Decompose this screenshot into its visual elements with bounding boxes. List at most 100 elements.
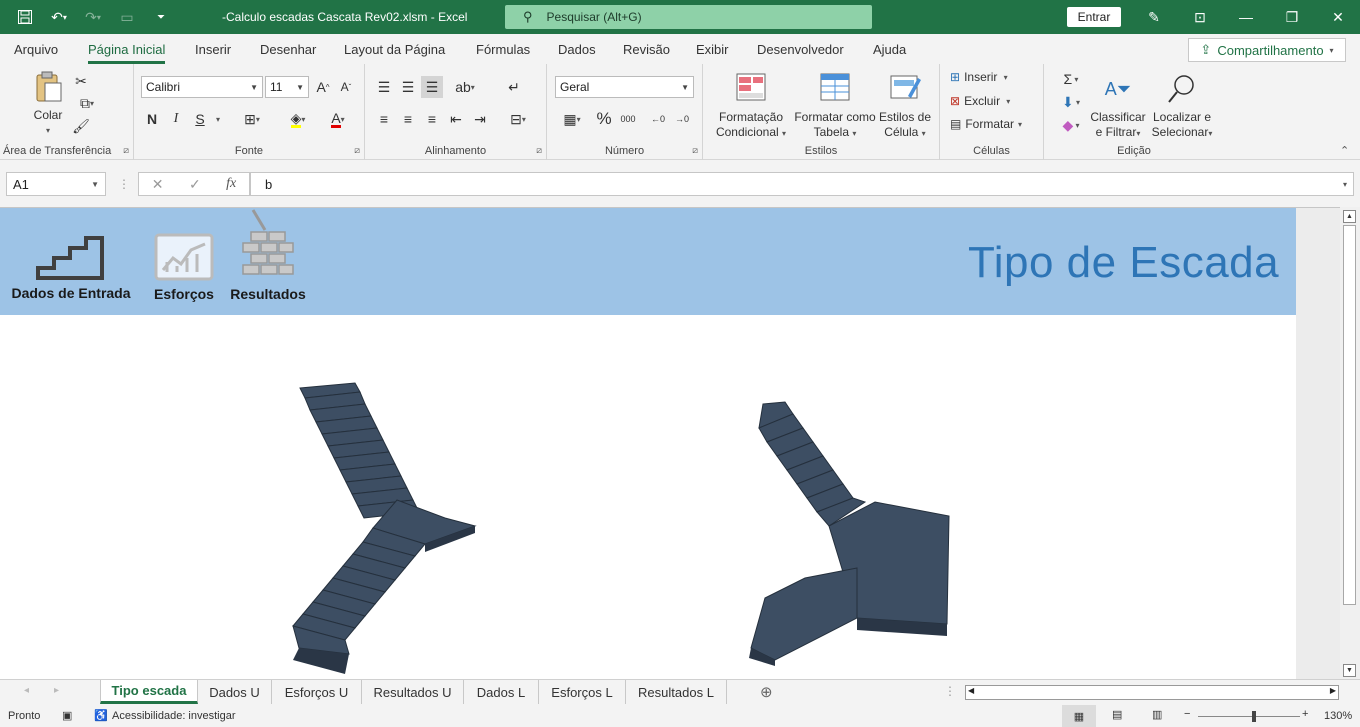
worksheet[interactable]: Dados de Entrada Esforços Resultados Tip…: [0, 207, 1340, 679]
sort-filter-button[interactable]: A⏷ Classificar e Filtrar▾: [1090, 72, 1146, 141]
macro-record-icon[interactable]: ▣: [62, 709, 72, 722]
zoom-in-icon[interactable]: +: [1302, 708, 1308, 720]
cell-styles-button[interactable]: Estilos de Célula ▾: [877, 72, 933, 141]
sheet-tab-dados-l[interactable]: Dados L: [464, 680, 539, 704]
insert-function-icon[interactable]: fx: [226, 176, 236, 192]
cancel-icon[interactable]: ✕: [152, 176, 164, 193]
sheet-tab-tipo-escada[interactable]: Tipo escada: [100, 680, 198, 704]
status-accessibility[interactable]: Acessibilidade: investigar: [112, 710, 236, 722]
format-cells-button[interactable]: ▤ Formatar ▾: [950, 117, 1022, 131]
borders-icon[interactable]: ⊞ ▾: [234, 108, 270, 130]
copy-icon[interactable]: ⧉ ▾: [70, 92, 104, 114]
tab-pagina-inicial[interactable]: Página Inicial: [88, 42, 166, 64]
currency-icon[interactable]: ▦ ▾: [555, 108, 589, 130]
tab-splitter-icon[interactable]: ⋮: [944, 684, 956, 698]
tab-formulas[interactable]: Fórmulas: [476, 42, 530, 57]
redo-icon[interactable]: ↷ ▾: [78, 6, 108, 28]
stair-l-image[interactable]: [745, 398, 955, 668]
vertical-scroll-thumb[interactable]: [1343, 225, 1356, 605]
align-left-icon[interactable]: ≡: [373, 108, 395, 130]
dialog-launcher-icon[interactable]: ⧄: [123, 145, 129, 156]
zoom-level[interactable]: 130%: [1324, 710, 1352, 722]
scroll-up-icon[interactable]: ▲: [1343, 210, 1356, 223]
add-sheet-icon[interactable]: ⊕: [760, 683, 773, 701]
number-format-select[interactable]: Geral ▼: [555, 76, 694, 98]
enter-icon[interactable]: ✓: [189, 176, 201, 193]
splitter-icon[interactable]: ⋮: [118, 177, 130, 191]
vertical-scrollbar[interactable]: ▲ ▼: [1340, 207, 1360, 679]
wrap-text-icon[interactable]: ↵: [503, 76, 525, 98]
dialog-launcher-icon[interactable]: ⧄: [536, 145, 542, 156]
find-select-button[interactable]: Localizar e Selecionar▾: [1148, 72, 1216, 141]
tab-desenvolvedor[interactable]: Desenvolvedor: [757, 42, 844, 57]
sheet-tab-esforcos-l[interactable]: Esforços L: [539, 680, 626, 704]
page-layout-icon[interactable]: ▤: [1112, 708, 1122, 721]
increase-indent-icon[interactable]: ⇥: [469, 108, 491, 130]
zoom-out-icon[interactable]: −: [1184, 708, 1190, 720]
fill-icon[interactable]: ⬇ ▾: [1054, 91, 1088, 113]
decrease-indent-icon[interactable]: ⇤: [445, 108, 467, 130]
insert-cells-button[interactable]: ⊞ Inserir ▾: [950, 70, 1008, 84]
horizontal-scrollbar[interactable]: ◀ ▶: [965, 685, 1339, 700]
sheet-tab-resultados-l[interactable]: Resultados L: [626, 680, 727, 704]
format-as-table-button[interactable]: Formatar como Tabela ▾: [791, 72, 879, 141]
align-right-icon[interactable]: ≡: [421, 108, 443, 130]
autosum-icon[interactable]: Σ ▾: [1054, 68, 1088, 90]
name-box[interactable]: A1 ▼: [6, 172, 106, 196]
stair-u-image[interactable]: [285, 378, 480, 678]
tab-scroll-left-icon[interactable]: ◂: [24, 685, 29, 696]
customize-qat-icon[interactable]: ⏷: [146, 6, 176, 28]
align-middle-icon[interactable]: ☰: [397, 76, 419, 98]
paste-button[interactable]: Colar ▾: [28, 70, 68, 138]
tab-revisao[interactable]: Revisão: [623, 42, 670, 57]
nav-esforcos[interactable]: Esforços: [148, 232, 220, 302]
comment-icon[interactable]: ▭: [112, 6, 142, 28]
thousands-separator-icon[interactable]: 000: [617, 108, 639, 130]
align-center-icon[interactable]: ≡: [397, 108, 419, 130]
scroll-down-icon[interactable]: ▼: [1343, 664, 1356, 677]
accessibility-icon[interactable]: ♿: [94, 709, 108, 722]
tab-ajuda[interactable]: Ajuda: [873, 42, 906, 57]
minimize-icon[interactable]: —: [1232, 7, 1260, 27]
sheet-tab-esforcos-u[interactable]: Esforços U: [272, 680, 362, 704]
align-bottom-icon[interactable]: ☰: [421, 76, 443, 98]
normal-view-icon[interactable]: ▦: [1062, 705, 1096, 727]
zoom-slider[interactable]: [1198, 711, 1300, 722]
tab-layout[interactable]: Layout da Página: [344, 42, 445, 57]
font-name-select[interactable]: Calibri ▼: [141, 76, 263, 98]
merge-center-icon[interactable]: ⊟ ▾: [501, 108, 535, 130]
undo-icon[interactable]: ↶ ▾: [44, 6, 74, 28]
sheet-tab-resultados-u[interactable]: Resultados U: [362, 680, 464, 704]
tab-inserir[interactable]: Inserir: [195, 42, 231, 57]
tab-dados[interactable]: Dados: [558, 42, 596, 57]
delete-cells-button[interactable]: ⊠ Excluir ▾: [950, 94, 1010, 108]
chevron-down-icon[interactable]: ▾: [207, 108, 229, 130]
dialog-launcher-icon[interactable]: ⧄: [354, 145, 360, 156]
formula-input[interactable]: b ▾: [250, 172, 1354, 196]
conditional-formatting-button[interactable]: Formatação Condicional ▾: [709, 72, 793, 141]
zoom-slider-thumb[interactable]: [1252, 711, 1256, 722]
tab-desenhar[interactable]: Desenhar: [260, 42, 316, 57]
orientation-icon[interactable]: ab ▾: [449, 76, 481, 98]
expand-formula-icon[interactable]: ▾: [1343, 180, 1353, 189]
save-icon[interactable]: [10, 6, 40, 28]
tab-exibir[interactable]: Exibir: [696, 42, 729, 57]
share-button[interactable]: ⇪ Compartilhamento ▾: [1188, 38, 1346, 62]
bold-button[interactable]: N: [141, 108, 163, 130]
close-icon[interactable]: ✕: [1324, 7, 1352, 27]
search-input[interactable]: ⚲ Pesquisar (Alt+G): [505, 5, 872, 29]
align-top-icon[interactable]: ☰: [373, 76, 395, 98]
fill-color-icon[interactable]: ◈ ▾: [280, 108, 316, 130]
tab-scroll-right-icon[interactable]: ▸: [54, 685, 59, 696]
cut-icon[interactable]: ✂: [70, 70, 92, 92]
pen-icon[interactable]: ✎: [1140, 7, 1168, 27]
percent-icon[interactable]: %: [593, 108, 615, 130]
increase-decimal-icon[interactable]: ←0: [647, 108, 669, 130]
ribbon-display-icon[interactable]: ⊡: [1186, 7, 1214, 27]
clear-icon[interactable]: ◆ ▾: [1054, 114, 1088, 136]
tab-arquivo[interactable]: Arquivo: [14, 42, 58, 57]
decrease-font-icon[interactable]: Aˇ: [335, 76, 357, 98]
dialog-launcher-icon[interactable]: ⧄: [692, 145, 698, 156]
scroll-right-icon[interactable]: ▶: [1330, 686, 1336, 695]
nav-resultados[interactable]: Resultados: [228, 208, 308, 302]
